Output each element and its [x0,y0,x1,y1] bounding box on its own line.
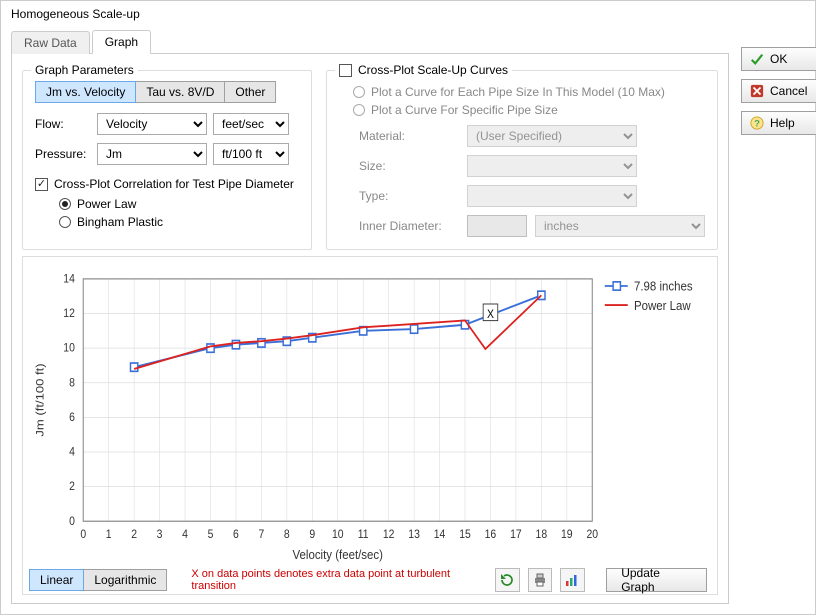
svg-text:14: 14 [63,273,75,286]
svg-text:8: 8 [69,377,75,390]
tab-bar: Raw Data Graph [11,29,729,54]
radio-bingham[interactable] [59,216,71,228]
svg-text:1: 1 [106,528,112,541]
svg-text:13: 13 [408,528,420,541]
svg-text:7.98 inches: 7.98 inches [634,279,693,294]
crossplot-checkbox[interactable] [339,64,352,77]
window-title: Homogeneous Scale-up [1,1,815,29]
svg-text:20: 20 [586,528,598,541]
svg-text:Power Law: Power Law [634,298,691,313]
svg-text:5: 5 [208,528,214,541]
radio-power-law[interactable] [59,198,71,210]
help-icon: ? [750,116,764,130]
ok-button[interactable]: OK [741,47,816,71]
mode-other[interactable]: Other [225,81,276,103]
svg-text:4: 4 [69,446,75,459]
tab-content: Graph Parameters Jm vs. Velocity Tau vs.… [11,54,729,604]
svg-text:18: 18 [536,528,548,541]
svg-text:12: 12 [63,308,75,321]
svg-text:6: 6 [233,528,239,541]
svg-text:9: 9 [309,528,315,541]
svg-text:16: 16 [485,528,497,541]
inner-diameter-input [467,215,527,237]
svg-text:10: 10 [332,528,344,541]
radio-bingham-label: Bingham Plastic [77,215,163,229]
svg-text:15: 15 [459,528,471,541]
radio-curve-each-label: Plot a Curve for Each Pipe Size In This … [371,85,665,99]
scale-linear-button[interactable]: Linear [29,569,84,591]
chart-options-icon[interactable] [560,568,585,592]
svg-text:3: 3 [157,528,163,541]
pressure-unit-select[interactable]: ft/100 ft [213,143,289,165]
check-icon [750,52,764,66]
svg-text:2: 2 [69,481,75,494]
crosscorr-checkbox[interactable] [35,178,48,191]
cancel-label: Cancel [770,84,807,98]
radio-curve-specific-label: Plot a Curve For Specific Pipe Size [371,103,558,117]
crossplot-title: Cross-Plot Scale-Up Curves [358,63,508,77]
print-icon[interactable] [528,568,553,592]
x-icon [750,84,764,98]
svg-text:6: 6 [69,411,75,424]
plot-mode-toggle: Jm vs. Velocity Tau vs. 8V/D Other [35,81,299,103]
svg-text:10: 10 [63,342,75,355]
update-graph-button[interactable]: Update Graph [606,568,707,592]
svg-text:0: 0 [69,515,75,528]
svg-text:19: 19 [561,528,573,541]
pressure-label: Pressure: [35,147,91,161]
svg-text:4: 4 [182,528,188,541]
svg-text:11: 11 [358,528,369,541]
chart-plot: 0123456789101112131415161718192002468101… [29,267,707,564]
svg-text:8: 8 [284,528,290,541]
tab-graph[interactable]: Graph [92,30,151,54]
material-label: Material: [359,129,459,143]
chart-footnote: X on data points denotes extra data poin… [191,568,479,592]
help-label: Help [770,116,795,130]
inner-diameter-unit-select: inches [535,215,705,237]
svg-text:14: 14 [434,528,446,541]
groupbox-graph-parameters: Graph Parameters Jm vs. Velocity Tau vs.… [22,70,312,250]
size-label: Size: [359,159,459,173]
type-label: Type: [359,189,459,203]
svg-text:7: 7 [258,528,264,541]
groupbox-crossplot-scaleup: Cross-Plot Scale-Up Curves Plot a Curve … [326,70,718,250]
radio-curve-each [353,86,365,98]
scale-log-button[interactable]: Logarithmic [84,569,167,591]
size-select [467,155,637,177]
radio-power-law-label: Power Law [77,197,136,211]
svg-text:Jm (ft/100 ft): Jm (ft/100 ft) [33,363,46,436]
mode-jm-vs-velocity[interactable]: Jm vs. Velocity [35,81,136,103]
refresh-icon[interactable] [495,568,520,592]
radio-curve-specific [353,104,365,116]
chart-area: 0123456789101112131415161718192002468101… [22,256,718,595]
dialog-window: Homogeneous Scale-up Raw Data Graph Grap… [0,0,816,615]
groupbox-title: Graph Parameters [31,63,138,77]
ok-label: OK [770,52,787,66]
svg-text:Velocity (feet/sec): Velocity (feet/sec) [293,548,383,563]
svg-text:2: 2 [131,528,137,541]
help-button[interactable]: ? Help [741,111,816,135]
flow-label: Flow: [35,117,91,131]
type-select [467,185,637,207]
svg-text:X: X [487,309,494,322]
inner-diameter-label: Inner Diameter: [359,219,459,233]
svg-text:17: 17 [510,528,522,541]
cancel-button[interactable]: Cancel [741,79,816,103]
material-select: (User Specified) [467,125,637,147]
svg-text:0: 0 [80,528,86,541]
svg-text:12: 12 [383,528,395,541]
mode-tau-vs-8vd[interactable]: Tau vs. 8V/D [136,81,225,103]
flow-unit-select[interactable]: feet/sec [213,113,289,135]
crosscorr-label: Cross-Plot Correlation for Test Pipe Dia… [54,177,294,191]
tab-raw-data[interactable]: Raw Data [11,31,90,54]
pressure-select[interactable]: Jm [97,143,207,165]
svg-text:?: ? [754,119,760,130]
flow-select[interactable]: Velocity [97,113,207,135]
